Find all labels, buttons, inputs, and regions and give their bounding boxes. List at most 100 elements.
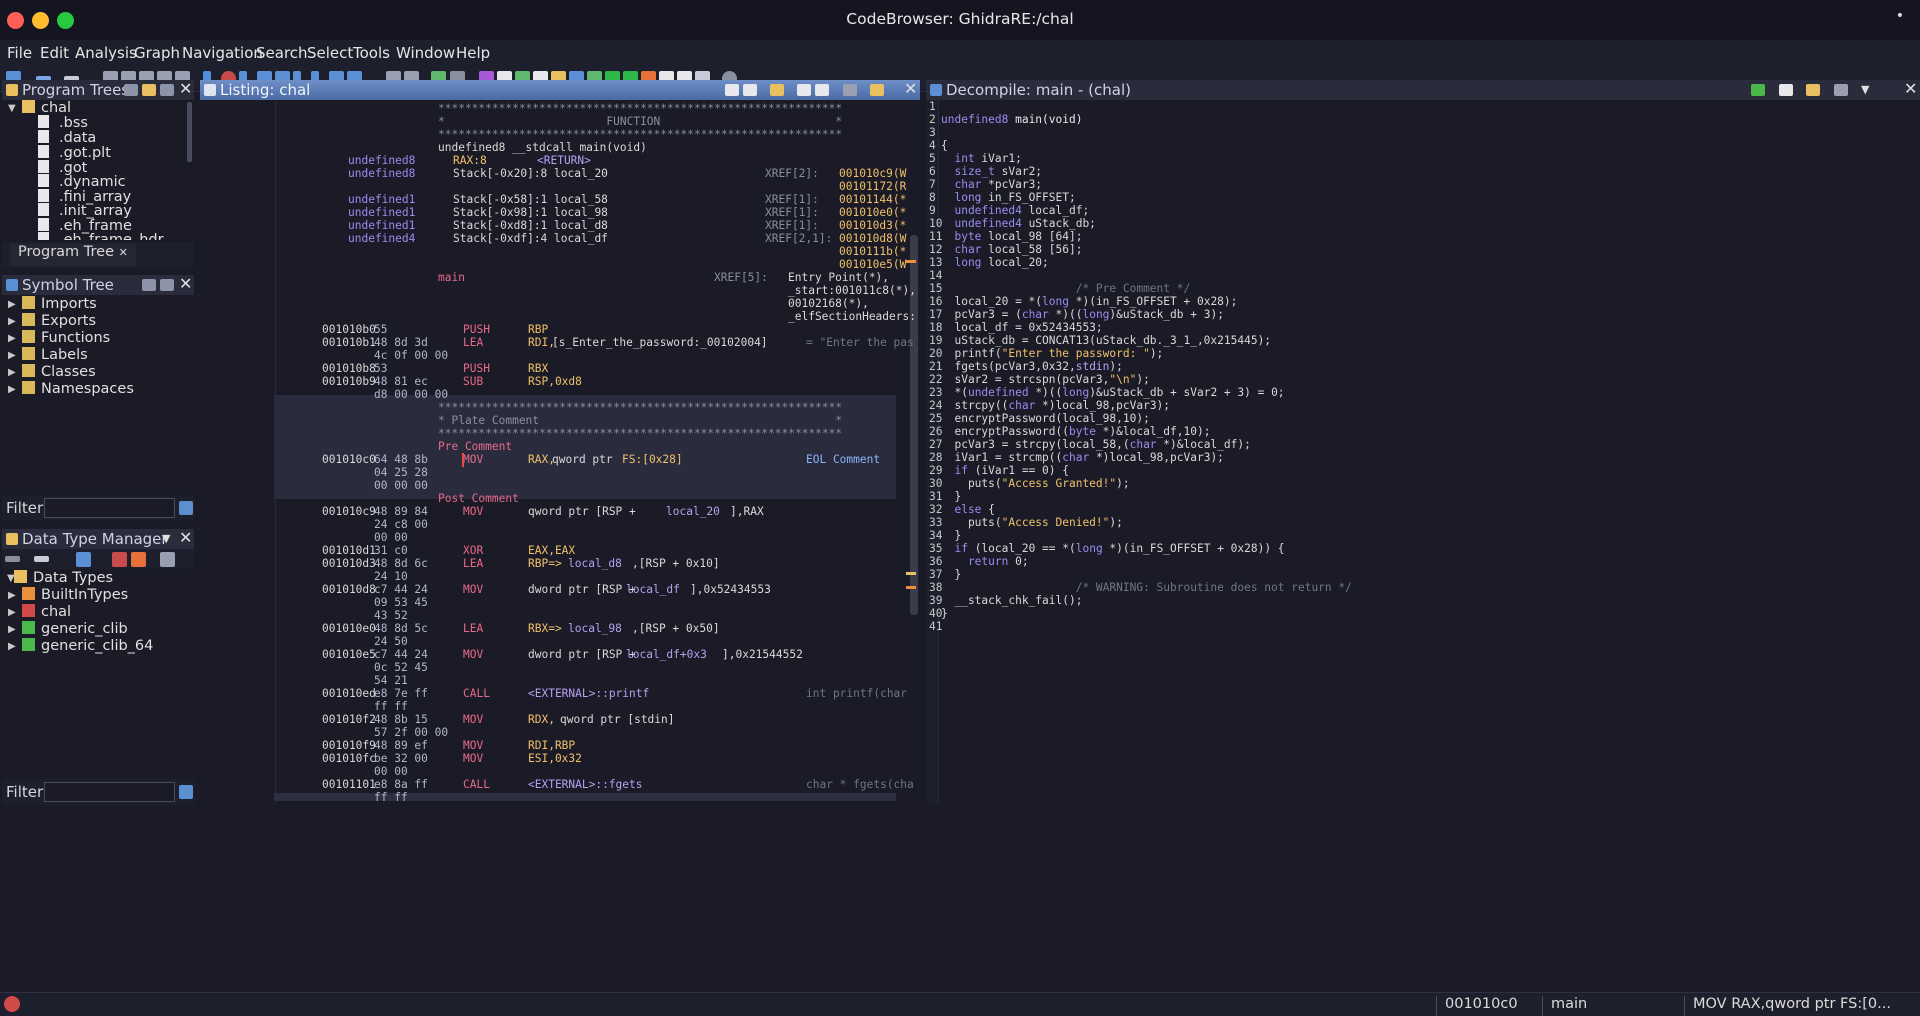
listing-token[interactable]: PUSH xyxy=(463,323,490,336)
listing-token[interactable]: MOV xyxy=(463,505,483,518)
listing-token[interactable]: CALL xyxy=(463,778,490,791)
decompile-line[interactable]: iVar1 = strcmp((char *)local_98,pcVar3); xyxy=(941,451,1223,464)
dropdown-icon[interactable]: ▼ xyxy=(162,532,170,545)
code-token[interactable]: *)(( xyxy=(1035,386,1062,399)
listing-token[interactable]: RBP=> xyxy=(528,557,562,570)
listing-token[interactable]: RBX=> xyxy=(528,622,562,635)
code-token[interactable]: char xyxy=(941,243,988,256)
decompile-line[interactable]: encryptPassword(local_98,10); xyxy=(941,412,1149,425)
tab-program-tree[interactable]: Program Tree ✕ xyxy=(10,244,136,266)
dtm-filter-icon[interactable] xyxy=(112,552,127,567)
listing-token[interactable]: MOV xyxy=(463,583,483,596)
listing-token[interactable]: 00102168(*), xyxy=(788,297,869,310)
tree-action2-icon[interactable] xyxy=(160,84,174,96)
listing-token[interactable]: undefined1 xyxy=(348,206,415,219)
tree-root-chal[interactable]: chal xyxy=(22,100,71,116)
symbol-classes[interactable]: Classes xyxy=(22,364,96,380)
code-token[interactable]: long xyxy=(1076,542,1110,555)
listing-token[interactable]: 48 89 ef xyxy=(374,739,428,752)
listing-token[interactable]: 001010d3 xyxy=(322,557,376,570)
expand-arrow-icon[interactable]: ▶ xyxy=(8,367,16,378)
decompile-line[interactable]: undefined8 main(void) xyxy=(941,113,1082,126)
code-token[interactable]: stdin xyxy=(1076,360,1110,373)
listing-token[interactable]: qword ptr [RSP + xyxy=(528,505,643,518)
code-token[interactable]: uStack_db; xyxy=(1029,217,1096,230)
expand-arrow-icon[interactable]: ▶ xyxy=(8,299,16,310)
listing-token[interactable]: 001010ed xyxy=(322,687,376,700)
listing-token[interactable]: 55 xyxy=(374,323,387,336)
decompile-line[interactable]: undefined4 local_df; xyxy=(941,204,1089,217)
menu-analysis[interactable]: Analysis xyxy=(75,44,137,62)
code-token[interactable]: long xyxy=(1082,308,1109,321)
decompile-line[interactable]: sVar2 = strcspn(pcVar3,"\n"); xyxy=(941,373,1149,386)
listing-token[interactable]: 001010b1 xyxy=(322,336,376,349)
symbol-namespaces[interactable]: Namespaces xyxy=(22,381,134,397)
listing-token[interactable]: 64 48 8b xyxy=(374,453,428,466)
code-token[interactable]: uStack_db = CONCAT13(uStack_db._3_1_,0x2… xyxy=(941,334,1271,347)
expand-arrow-icon[interactable]: ▼ xyxy=(8,103,16,114)
code-token[interactable]: size_t xyxy=(941,165,1002,178)
listing-hscrollbar[interactable] xyxy=(274,793,896,801)
code-token[interactable]: puts( xyxy=(941,516,1002,529)
code-token[interactable]: char xyxy=(1062,451,1096,464)
listing-token[interactable]: Stack[-0x58]:1 local_58 xyxy=(453,193,608,206)
decompile-line[interactable]: } xyxy=(941,607,948,620)
filter-options-icon[interactable] xyxy=(179,501,193,515)
code-token[interactable]: long xyxy=(941,256,988,269)
decompile-line[interactable]: puts("Access Denied!"); xyxy=(941,516,1123,529)
decompile-line[interactable]: if (iVar1 == 0) { xyxy=(941,464,1069,477)
listing-token[interactable]: 001010e0 xyxy=(322,622,376,635)
decompile-line[interactable]: puts("Access Granted!"); xyxy=(941,477,1130,490)
code-token[interactable]: /* Pre Comment */ xyxy=(941,282,1191,295)
listing-token[interactable]: RDI, xyxy=(528,336,555,349)
listing-options-icon[interactable] xyxy=(870,84,884,96)
code-token[interactable]: )&uStack_db + 3); xyxy=(1109,308,1224,321)
listing-token[interactable]: e8 7e ff xyxy=(374,687,428,700)
symbol-functions[interactable]: Functions xyxy=(22,330,110,346)
decompile-line[interactable]: strcpy((char *)local_98,pcVar3); xyxy=(941,399,1170,412)
copy-icon[interactable] xyxy=(1779,84,1793,96)
code-token[interactable]: __stack_chk_fail(); xyxy=(941,594,1082,607)
tree-action-icon[interactable] xyxy=(124,84,138,96)
menu-window[interactable]: Window xyxy=(396,44,455,62)
code-token[interactable]: long xyxy=(941,191,988,204)
listing-token[interactable]: <RETURN> xyxy=(537,154,591,167)
listing-token[interactable]: 001010b0 xyxy=(322,323,376,336)
decompile-line[interactable]: } xyxy=(941,568,961,581)
code-token[interactable]: } xyxy=(941,490,961,503)
menu-edit[interactable]: Edit xyxy=(40,44,69,62)
listing-token[interactable]: ],RAX xyxy=(730,505,764,518)
listing-token[interactable]: 001010c9 xyxy=(322,505,376,518)
code-token[interactable]: char xyxy=(941,178,988,191)
listing-token[interactable]: Pre Comment xyxy=(438,440,512,453)
listing-token[interactable]: 001010b8 xyxy=(322,362,376,375)
code-token[interactable]: printf( xyxy=(941,347,1001,360)
decompile-line[interactable]: byte local_98 [64]; xyxy=(941,230,1082,243)
close-icon[interactable]: ✕ xyxy=(179,79,192,98)
code-token[interactable]: "Access Denied!" xyxy=(1002,516,1110,529)
listing-token[interactable]: 48 89 84 xyxy=(374,505,428,518)
listing-token[interactable]: 001010fc xyxy=(322,752,376,765)
code-token[interactable]: ); xyxy=(1109,360,1122,373)
decompile-line[interactable]: local_df = 0x52434553; xyxy=(941,321,1102,334)
code-token[interactable]: "Access Granted!" xyxy=(1002,477,1117,490)
listing-token[interactable]: undefined1 xyxy=(348,219,415,232)
listing-token[interactable]: MOV xyxy=(463,713,483,726)
listing-token[interactable]: Stack[-0xd8]:1 local_d8 xyxy=(453,219,608,232)
listing-token[interactable]: = "Enter the pas xyxy=(806,336,914,349)
listing-token[interactable]: 4c 0f 00 00 xyxy=(374,349,448,362)
expand-arrow-icon[interactable]: ▶ xyxy=(8,316,16,327)
listing-token[interactable]: 001010d3(* xyxy=(839,219,906,232)
listing-token[interactable]: ****************************************… xyxy=(438,401,842,414)
dtm-filter2-icon[interactable] xyxy=(131,552,146,567)
menu-search[interactable]: Search xyxy=(256,44,308,62)
decompile-line[interactable]: pcVar3 = strcpy(local_58,(char *)&local_… xyxy=(941,438,1250,451)
code-token[interactable]: fgets(pcVar3,0x32, xyxy=(941,360,1075,373)
listing-token[interactable]: ,[RSP + 0x50] xyxy=(632,622,720,635)
listing-token[interactable]: int printf(char xyxy=(806,687,907,700)
code-token[interactable]: long xyxy=(1042,295,1076,308)
listing-token[interactable]: 0010111b(* xyxy=(839,245,906,258)
listing-token[interactable]: 001010f2 xyxy=(322,713,376,726)
code-token[interactable]: 0; xyxy=(1015,555,1028,568)
listing-token[interactable]: Stack[-0x98]:1 local_98 xyxy=(453,206,608,219)
